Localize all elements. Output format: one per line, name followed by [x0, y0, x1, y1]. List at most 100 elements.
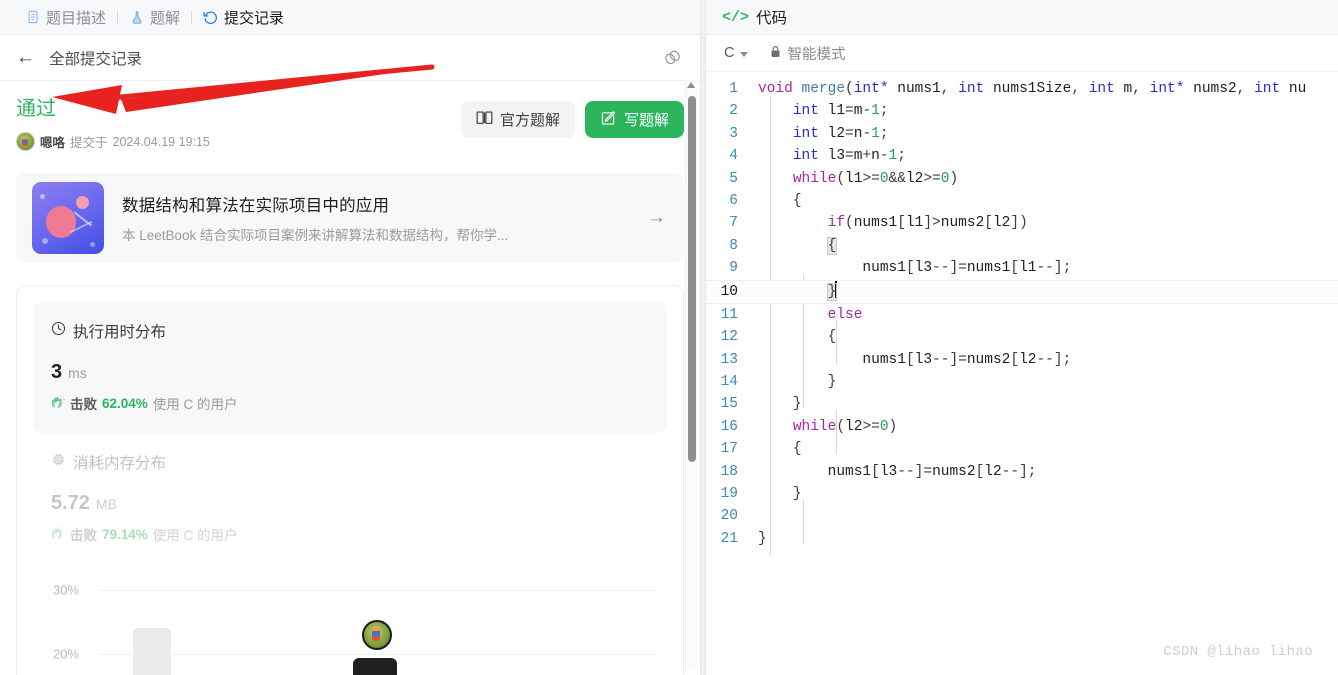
- code-text: {: [827, 329, 837, 346]
- line-number: 19: [720, 486, 738, 503]
- code-text: }: [792, 396, 802, 413]
- leetbook-description: 本 LeetBook 结合实际项目案例来讲解算法和数据结构，帮你学...: [122, 228, 509, 243]
- leetcode-submission-page: 题目描述 题解 提交记录 ← 全部提交记录 通过 嗯咯 提交于 2024.04.…: [0, 0, 1338, 675]
- code-line: 5 while(l1>=0&&l2>=0): [706, 168, 1338, 190]
- code-line: 4 int l3=m+n-1;: [706, 145, 1338, 167]
- button-label: 官方题解: [499, 112, 560, 129]
- code-text: while(l2>=0): [792, 418, 898, 435]
- code-text: nums1[l3--]=nums2[l2--];: [862, 351, 1072, 368]
- language-selector[interactable]: C: [724, 45, 749, 61]
- submitter-username: 嗯咯: [40, 136, 66, 150]
- line-number: 12: [720, 329, 738, 346]
- memory-stat-block: 消耗内存分布 5.72 MB 击败 79.14% 使用 C 的用户: [33, 433, 667, 550]
- submission-status-left: 通过 嗯咯 提交于 2024.04.19 19:15: [16, 97, 461, 151]
- line-number: 5: [729, 170, 738, 187]
- line-number: 18: [720, 463, 738, 480]
- code-editor[interactable]: 1 void merge(int* nums1, int nums1Size, …: [706, 72, 1338, 675]
- edit-icon: [600, 110, 617, 130]
- leetbook-text: 数据结构和算法在实际项目中的应用 本 LeetBook 结合实际项目案例来讲解算…: [122, 192, 637, 244]
- document-icon: [25, 10, 40, 25]
- code-text: }: [792, 486, 802, 503]
- runtime-stat-block: 执行用时分布 3 ms 击败 62.04% 使用 C 的用户: [33, 302, 667, 433]
- code-line: 12 {: [706, 326, 1338, 348]
- leetbook-cover-image: [32, 182, 104, 254]
- chevron-down-icon: [740, 51, 749, 57]
- line-number: 6: [729, 192, 738, 209]
- code-tabbar: </> 代码: [706, 0, 1338, 35]
- tab-label: 题目描述: [46, 9, 107, 27]
- clock-icon: [51, 321, 66, 341]
- official-solution-button[interactable]: 官方题解: [460, 101, 575, 138]
- memory-beat-percent: 79.14%: [102, 526, 148, 542]
- tab-label: 题解: [150, 9, 181, 27]
- line-number: 17: [720, 441, 738, 458]
- leetbook-promo-card[interactable]: 数据结构和算法在实际项目中的应用 本 LeetBook 结合实际项目案例来讲解算…: [16, 173, 684, 263]
- tab-solutions[interactable]: 题解: [118, 7, 191, 28]
- runtime-heading-label: 执行用时分布: [73, 324, 167, 341]
- code-icon: </>: [722, 8, 750, 26]
- runtime-beat-suffix: 使用 C 的用户: [152, 397, 238, 412]
- code-text: while(l1>=0&&l2>=0): [792, 170, 959, 187]
- chevron-right-icon: →: [647, 207, 666, 228]
- performance-stats-card: 执行用时分布 3 ms 击败 62.04% 使用 C 的用户 消耗内存分布 5.…: [16, 285, 684, 675]
- code-line: 7 if(nums1[l1]>nums2[l2]): [706, 212, 1338, 234]
- chart-bar-2: [353, 658, 397, 675]
- submission-detail-scroll[interactable]: 通过 嗯咯 提交于 2024.04.19 19:15 官方题解 写题解 数据结构…: [0, 81, 700, 675]
- problem-tabbar: 题目描述 题解 提交记录: [0, 0, 700, 35]
- line-number: 7: [729, 215, 738, 232]
- line-number: 13: [720, 351, 738, 368]
- avatar: [16, 132, 35, 151]
- code-text: {: [792, 441, 802, 458]
- chip-icon: [51, 452, 66, 472]
- code-text: nums1[l3--]=nums1[l1--];: [862, 260, 1072, 277]
- memory-value-row: 5.72 MB: [51, 492, 649, 515]
- text-cursor: [835, 280, 838, 298]
- code-line: 21 }: [706, 528, 1338, 550]
- submission-timestamp: 2024.04.19 19:15: [112, 134, 210, 149]
- runtime-value: 3: [51, 361, 63, 383]
- line-number: 1: [729, 81, 738, 97]
- code-text: int l2=n-1;: [792, 125, 889, 142]
- history-icon: [203, 10, 218, 25]
- user-avatar-marker: [362, 620, 392, 650]
- tab-submissions[interactable]: 提交记录: [192, 7, 295, 28]
- tab-problem-description[interactable]: 题目描述: [14, 7, 117, 28]
- scrollbar-thumb[interactable]: [687, 96, 696, 462]
- code-line: 1 void merge(int* nums1, int nums1Size, …: [706, 78, 1338, 100]
- tab-code[interactable]: </> 代码: [722, 6, 787, 28]
- code-line: 11 else: [706, 304, 1338, 326]
- subheader-title: 全部提交记录: [49, 50, 143, 68]
- runtime-value-row: 3 ms: [51, 361, 649, 384]
- code-text: if(nums1[l1]>nums2[l2]): [827, 215, 1028, 232]
- code-line-active: 10 }: [706, 279, 1338, 304]
- link-icon[interactable]: [660, 46, 684, 70]
- write-solution-button[interactable]: 写题解: [584, 101, 684, 138]
- smart-mode-label: 智能模式: [787, 46, 846, 63]
- smart-mode-indicator[interactable]: 智能模式: [770, 43, 845, 64]
- back-arrow-icon[interactable]: ←: [16, 48, 35, 67]
- memory-beat-suffix: 使用 C 的用户: [152, 528, 238, 543]
- memory-beat-label: 击败: [70, 528, 97, 543]
- clap-icon: [51, 394, 65, 412]
- status-badge: 通过: [16, 98, 56, 120]
- line-number: 9: [729, 260, 738, 277]
- line-number: 21: [720, 530, 738, 547]
- code-line: 16 while(l2>=0): [706, 416, 1338, 438]
- right-panel: </> 代码 C 智能模式 1 void merge(int* nums1, i…: [706, 0, 1338, 675]
- runtime-beat-row: 击败 62.04% 使用 C 的用户: [51, 393, 649, 413]
- scroll-up-arrow-icon[interactable]: [687, 82, 695, 88]
- line-number: 2: [729, 103, 738, 120]
- code-text: }: [827, 374, 837, 391]
- code-line: 9 nums1[l3--]=nums1[l1--];: [706, 257, 1338, 279]
- chart-ytick-30: 30%: [53, 582, 80, 598]
- code-text: }: [754, 280, 838, 303]
- submitter-line: 嗯咯 提交于 2024.04.19 19:15: [16, 132, 461, 151]
- left-panel-scrollbar[interactable]: [685, 80, 697, 670]
- submitted-label: 提交于: [70, 136, 108, 150]
- code-line: 14 }: [706, 371, 1338, 393]
- code-text: {: [826, 236, 838, 255]
- tab-label: 代码: [756, 10, 788, 27]
- memory-heading: 消耗内存分布: [51, 451, 649, 473]
- code-line: 17 {: [706, 438, 1338, 460]
